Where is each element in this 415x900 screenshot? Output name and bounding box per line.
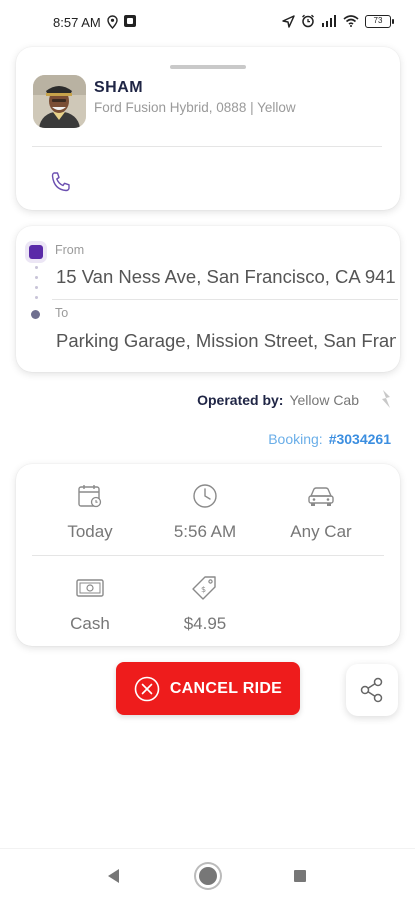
operator-logo-icon [382, 390, 390, 408]
back-icon[interactable] [108, 869, 119, 883]
driver-name: SHAM [94, 79, 144, 96]
time-detail: 5:56 AM [150, 483, 260, 542]
payment-value: Cash [70, 614, 110, 633]
signal-icon [322, 15, 336, 27]
divider [52, 299, 398, 300]
driver-card: SHAM Ford Fusion Hybrid, 0888 | Yellow [16, 47, 400, 210]
to-label: To [55, 306, 69, 320]
wifi-icon [343, 15, 359, 27]
ride-details-card: Today 5:56 AM Any Car Cash $ $4.95 [16, 464, 400, 646]
driver-photo [33, 75, 86, 128]
drag-handle[interactable] [170, 65, 246, 69]
cash-icon [76, 579, 104, 597]
app-notification-icon [124, 15, 136, 27]
price-tag-icon: $ [192, 576, 216, 600]
divider [32, 146, 382, 147]
vehicle-info: Ford Fusion Hybrid, 0888 | Yellow [94, 100, 296, 115]
operator-name: Yellow Cab [289, 392, 359, 408]
from-label: From [55, 243, 85, 257]
fare-detail: $ $4.95 [150, 575, 260, 634]
driver-avatar [33, 75, 86, 128]
booking-label: Booking: [268, 431, 323, 447]
car-type-detail: Any Car [266, 483, 376, 542]
car-icon [308, 487, 334, 506]
location-pin-icon [107, 15, 118, 29]
share-button[interactable] [346, 664, 398, 716]
payment-detail: Cash [35, 575, 145, 634]
close-circle-icon [134, 676, 160, 701]
cancel-ride-label: CANCEL RIDE [169, 679, 283, 697]
car-type-value: Any Car [290, 522, 352, 541]
operator-info: Operated by: Yellow Cab [197, 392, 359, 408]
divider [32, 555, 384, 556]
time-value: 5:56 AM [173, 522, 237, 541]
svg-text:$: $ [201, 585, 206, 594]
navigation-arrow-icon [282, 14, 295, 28]
cancel-ride-button[interactable]: CANCEL RIDE [116, 662, 300, 715]
fare-value: $4.95 [183, 614, 227, 633]
status-time: 8:57 AM [53, 15, 101, 30]
pickup-address[interactable]: 15 Van Ness Ave, San Francisco, CA 94102 [56, 266, 396, 288]
calendar-icon [78, 485, 102, 508]
route-card: From 15 Van Ness Ave, San Francisco, CA … [16, 226, 400, 372]
share-icon [360, 677, 383, 703]
status-icons: 73 [282, 14, 394, 28]
recent-apps-icon[interactable] [294, 870, 306, 882]
clock-icon [193, 484, 217, 508]
pickup-marker-icon [29, 245, 43, 259]
booking-info: Booking: #3034261 [268, 431, 391, 447]
battery-icon: 73 [365, 14, 394, 28]
booking-number[interactable]: #3034261 [329, 431, 391, 447]
date-value: Today [67, 522, 113, 541]
date-detail: Today [35, 483, 145, 542]
system-nav-bar [0, 848, 415, 900]
dropoff-marker-icon [31, 310, 40, 319]
dropoff-address[interactable]: Parking Garage, Mission Street, San Fran… [56, 330, 396, 352]
operator-label: Operated by: [197, 392, 284, 408]
route-connector [34, 266, 38, 310]
home-icon[interactable] [199, 867, 217, 885]
alarm-icon [302, 14, 314, 28]
status-bar: 8:57 AM 73 [0, 0, 415, 46]
phone-icon[interactable] [49, 170, 73, 194]
